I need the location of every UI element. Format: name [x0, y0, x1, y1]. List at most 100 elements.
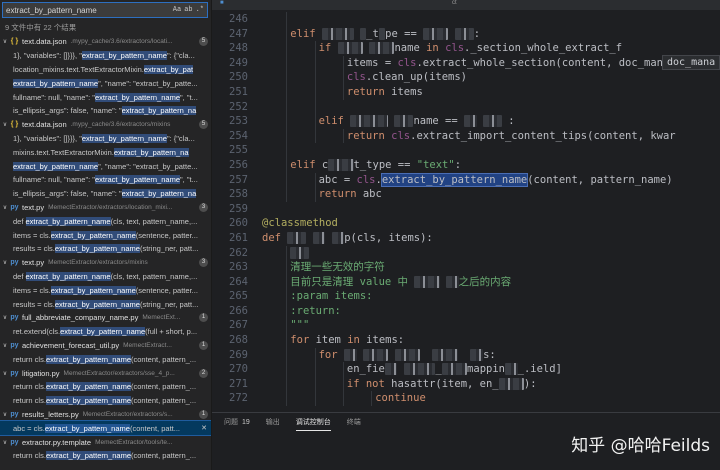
code-line[interactable]: 265:param items: — [212, 289, 720, 304]
match-case-toggle[interactable]: Aa — [173, 6, 181, 14]
code-line[interactable]: 251 return items — [212, 84, 720, 100]
result-match-row[interactable]: def extract_by_pattern_name(cls, text, p… — [0, 214, 211, 228]
code-token: : — [454, 158, 462, 171]
code-line[interactable]: 266:return: — [212, 303, 720, 319]
chevron-down-icon[interactable]: ∨ — [1, 411, 9, 418]
code-text: en_fie _ mappin _.ield] — [347, 362, 562, 377]
result-match-row[interactable]: results = cls.extract_by_pattern_name(st… — [0, 297, 211, 311]
result-match-row[interactable]: def extract_by_pattern_name(cls, text, p… — [0, 270, 211, 284]
panel-tab[interactable]: 终端 — [347, 417, 361, 431]
result-file-row[interactable]: ∨ py litigation.py MemectExtractor/extracto… — [0, 366, 211, 380]
code-line[interactable]: 250 cls.clean_up(items) — [212, 70, 720, 85]
code-line[interactable]: 252 — [212, 99, 720, 115]
panel-tabs: 问题 19 输出 调试控制台 终端 — [224, 417, 361, 431]
chevron-down-icon[interactable]: ∨ — [1, 370, 9, 377]
code-line[interactable]: 257 abc = cls.extract_by_pattern_name(con… — [212, 172, 720, 188]
result-match-row[interactable]: abc = cls.extract_by_pattern_name(conten… — [0, 420, 211, 437]
code-line[interactable]: 259 — [212, 202, 720, 217]
result-match-row[interactable]: fullname": null, "name": "extract_by_pat… — [0, 173, 211, 187]
result-file-row[interactable]: ∨ py full_abbreviate_company_name.py Memect… — [0, 311, 211, 325]
chevron-down-icon[interactable]: ∨ — [1, 38, 9, 45]
code-token: elif — [290, 158, 322, 171]
panel-tab[interactable]: 输出 — [266, 417, 280, 431]
code-token: elif — [318, 115, 351, 128]
result-file-row[interactable]: ∨ py results_letters.py MemectExtractor/ext… — [0, 408, 211, 422]
code-text: elif c t_type == "text": — [290, 158, 461, 173]
result-match-row[interactable]: extract_by_pattern_name", "name": "extra… — [0, 159, 211, 173]
result-match-row[interactable]: is_ellipsis_args": false, "name": "extra… — [0, 104, 211, 118]
result-match-row[interactable]: return cls.extract_by_pattern_name(conte… — [0, 449, 211, 463]
code-text: if name in cls._section_whole_extract_f — [319, 41, 622, 56]
result-match-row[interactable]: return cls.extract_by_pattern_name(conte… — [0, 352, 211, 366]
code-line[interactable]: 263 清理一些无效的字符 — [212, 260, 720, 275]
code-line[interactable]: 269 for s: — [212, 347, 720, 363]
result-match-row[interactable]: extract_by_pattern_name", "name": "extra… — [0, 76, 211, 90]
code-line[interactable]: 268 for item in items: — [212, 333, 720, 348]
code-line[interactable]: 246 — [212, 12, 720, 27]
code-line[interactable]: 267 """ — [212, 318, 720, 334]
result-match-row[interactable]: return cls.extract_by_pattern_name(conte… — [0, 394, 211, 408]
chevron-down-icon[interactable]: ∨ — [1, 439, 9, 446]
match-prefix: location_mixins.text.TextExtractorMixin. — [13, 64, 144, 74]
code-line[interactable]: 253 elif name == : — [212, 114, 720, 129]
result-match-row[interactable]: fullname": null, "name": "extract_by_pat… — [0, 90, 211, 104]
result-file-row[interactable]: ∨ py text.py MemectExtractor/extractors/loc… — [0, 201, 211, 215]
code-line[interactable]: 262 — [212, 245, 720, 261]
code-token: continue — [375, 392, 426, 405]
result-match-row[interactable]: items = cls.extract_by_pattern_name(sent… — [0, 228, 211, 242]
code-line[interactable]: 264 目前只是清理 value 中 之后的内容 — [212, 274, 720, 290]
result-match-row[interactable]: 1}, "variables": []}}}, "extract_by_patt… — [0, 132, 211, 146]
code-line[interactable]: 270 en_fie _ mappin _.ield] — [212, 362, 720, 377]
result-match-row[interactable]: results = cls.extract_by_pattern_name(st… — [0, 242, 211, 256]
chevron-down-icon[interactable]: ∨ — [1, 259, 9, 266]
panel-tab[interactable]: 问题 19 — [224, 417, 250, 431]
chevron-down-icon[interactable]: ∨ — [1, 342, 9, 349]
result-file-row[interactable]: ∨ py achievement_forecast_util.py MemectExt… — [0, 339, 211, 353]
result-match-row[interactable]: mixins.text.TextExtractorMixin.extract_b… — [0, 145, 211, 159]
chevron-down-icon[interactable]: ∨ — [1, 314, 9, 321]
code-line[interactable]: 254 return cls.extract_import_content_tip… — [212, 128, 720, 144]
code-line[interactable]: 261 def p(cls, items): — [212, 231, 720, 246]
code-line[interactable]: 272 continue — [212, 391, 720, 407]
match-whole-word-toggle[interactable]: ab — [184, 6, 192, 14]
result-file-row[interactable]: ∨ py text.py MemectExtractor/extractors/mix… — [0, 256, 211, 270]
code-line[interactable]: 256 elif c t_type == "text": — [212, 157, 720, 173]
editor-tab-label[interactable]: ct — [452, 0, 457, 6]
code-line[interactable]: 248 if name in cls._section_whole_extract… — [212, 41, 720, 56]
use-regex-toggle[interactable]: .* — [196, 6, 204, 14]
code-line[interactable]: 249 items = cls.extract_whole_section(con… — [212, 55, 720, 71]
indent-guide — [286, 289, 288, 304]
search-input[interactable] — [3, 3, 173, 17]
result-file-row[interactable]: ∨{ } text.data.json .mypy_cache/3.6/extrac… — [0, 118, 211, 132]
chevron-down-icon[interactable]: ∨ — [1, 204, 9, 211]
result-match-row[interactable]: return cls.extract_by_pattern_name(conte… — [0, 380, 211, 394]
chevron-down-icon[interactable]: ∨ — [1, 121, 9, 128]
result-file-row[interactable]: ∨{ } text.data.json .mypy_cache/3.6/extrac… — [0, 35, 211, 49]
code-area[interactable]: 246 247 elif c t_type == " _ ": 248 if name … — [212, 12, 720, 407]
code-token: 目前只是清理 value 中 — [290, 275, 415, 288]
code-line[interactable]: 258 return abc — [212, 187, 720, 202]
code-line[interactable]: 271 if not hasattr(item, en_ ): — [212, 376, 720, 392]
code-line[interactable]: 247 elif c t_type == " _ ": — [212, 26, 720, 42]
panel-tab[interactable]: 调试控制台 — [295, 417, 331, 431]
code-token: pe == — [385, 27, 424, 40]
result-match-row[interactable]: location_mixins.text.TextExtractorMixin.… — [0, 63, 211, 77]
line-number: 255 — [229, 144, 248, 157]
result-match-row[interactable]: 1}, "variables": []}}}, "extract_by_patt… — [0, 49, 211, 63]
code-line[interactable]: 255 — [212, 143, 720, 158]
code-line[interactable]: 260 @classmethod — [212, 216, 720, 231]
match-suffix: (content, pattern_... — [131, 396, 197, 406]
result-file-row[interactable]: ∨ py extractor.py.template MemectExtractor/… — [0, 435, 211, 449]
redacted-text — [441, 363, 468, 376]
redacted-text — [394, 115, 414, 128]
match-prefix: return cls. — [13, 382, 46, 392]
code-text: abc = cls.extract_by_pattern_name(conten… — [319, 172, 673, 188]
close-icon[interactable]: ✕ — [199, 424, 209, 432]
result-match-row[interactable]: is_ellipsis_args": false, "name": "extra… — [0, 187, 211, 201]
result-match-row[interactable]: ret.extend(cls.extract_by_pattern_name(f… — [0, 325, 211, 339]
code-text — [290, 246, 310, 261]
result-match-row[interactable]: items = cls.extract_by_pattern_name(sent… — [0, 283, 211, 297]
